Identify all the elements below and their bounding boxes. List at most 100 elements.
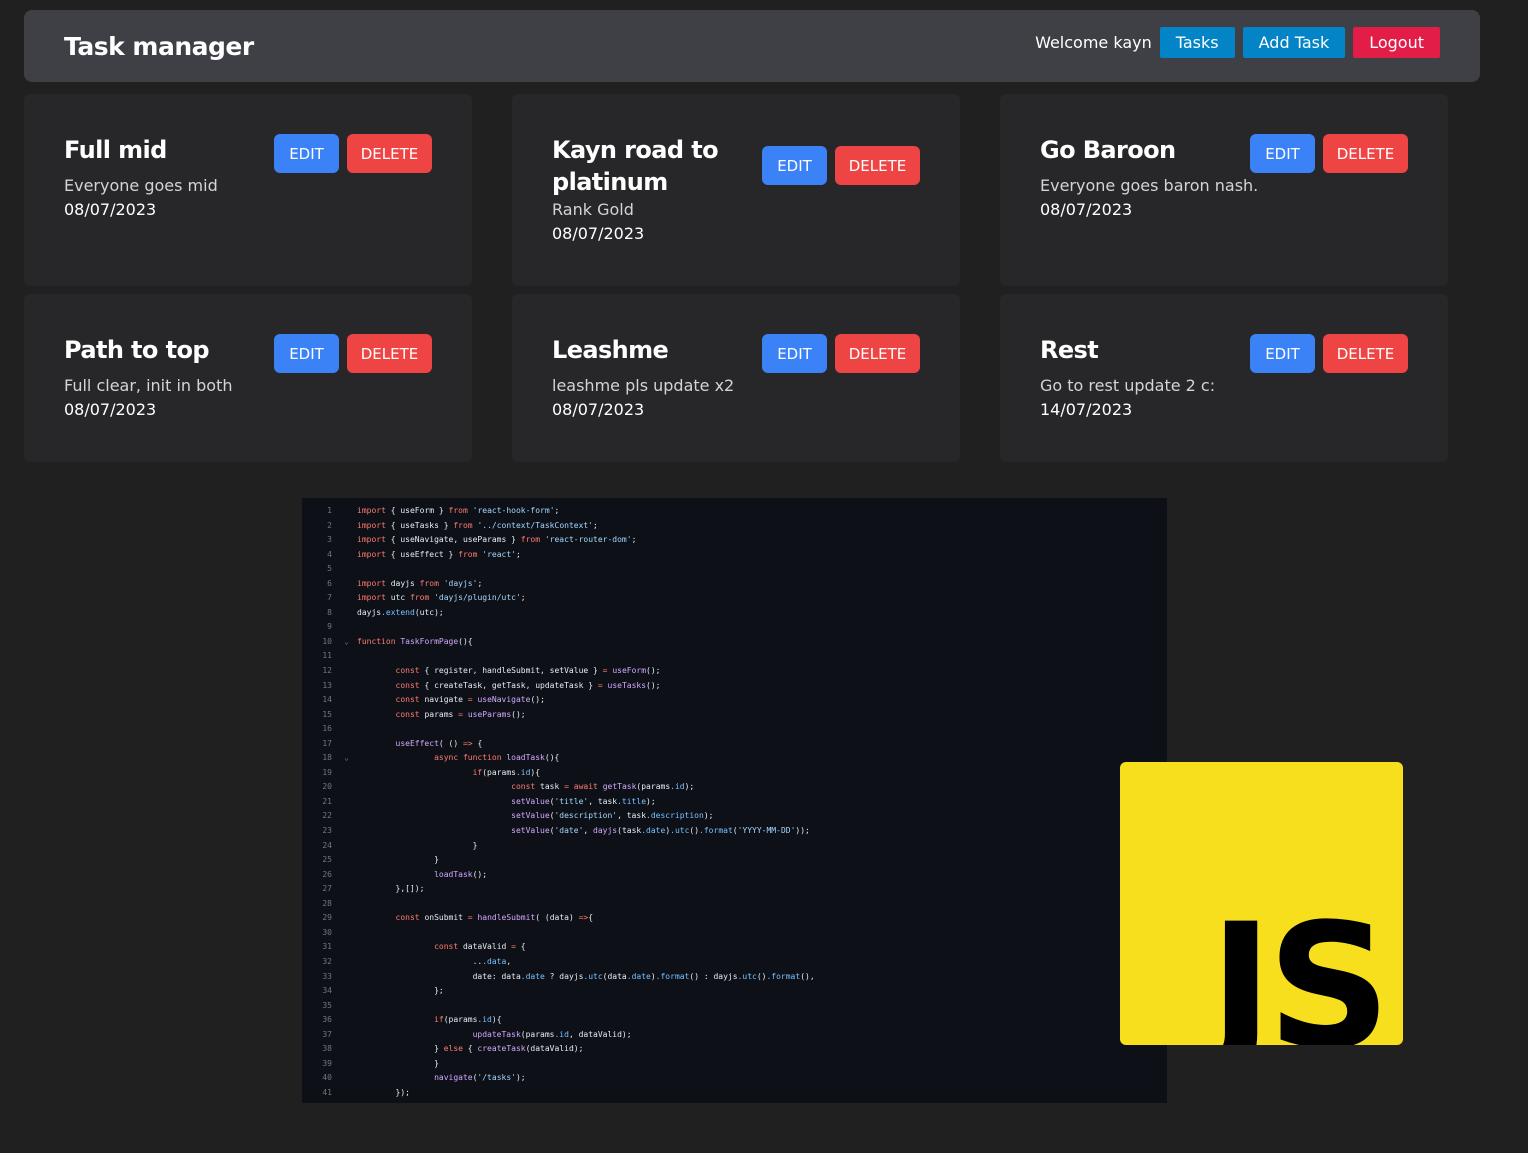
code-line: 39 } xyxy=(302,1057,1167,1072)
code-line: 22 setValue('description', task.descript… xyxy=(302,809,1167,824)
code-text: } else { createTask(dataValid); xyxy=(357,1044,584,1054)
js-logo-text: JS xyxy=(1209,886,1391,1046)
task-title: Leashme xyxy=(552,336,669,364)
code-line: 25 } xyxy=(302,853,1167,868)
code-line: 31 const dataValid = { xyxy=(302,940,1167,955)
code-text: setValue('date', dayjs(task.date).utc().… xyxy=(511,826,810,836)
line-number: 29 xyxy=(322,913,332,923)
edit-button[interactable]: EDIT xyxy=(274,334,339,373)
task-description: leashme pls update x2 xyxy=(552,376,735,395)
code-text: useEffect( () => { xyxy=(395,738,483,748)
add-task-nav-button[interactable]: Add Task xyxy=(1242,26,1346,58)
line-number: 9 xyxy=(327,622,332,632)
edit-button[interactable]: EDIT xyxy=(274,134,339,173)
code-line: 10 ⌄ function TaskFormPage(){ xyxy=(302,635,1167,650)
line-number: 37 xyxy=(322,1029,332,1039)
code-text: async function loadTask(){ xyxy=(434,753,560,763)
fold-gutter xyxy=(336,897,357,912)
line-number: 27 xyxy=(322,884,332,894)
fold-gutter xyxy=(336,562,357,577)
edit-button[interactable]: EDIT xyxy=(762,146,827,185)
fold-gutter xyxy=(336,926,357,941)
line-number: 20 xyxy=(322,782,332,792)
delete-button[interactable]: DELETE xyxy=(347,134,432,173)
task-date: 08/07/2023 xyxy=(552,400,645,419)
line-number: 10 xyxy=(322,636,332,646)
code-text: if(params.id){ xyxy=(434,1015,502,1025)
code-line: 41 }); xyxy=(302,1086,1167,1101)
fold-gutter xyxy=(336,606,357,621)
task-date: 08/07/2023 xyxy=(552,224,645,243)
code-text: import utc from 'dayjs/plugin/utc'; xyxy=(357,593,526,603)
js-logo: JS xyxy=(1120,762,1403,1045)
fold-gutter xyxy=(336,519,357,534)
code-text: date: data.date ? dayjs.utc(data.date).f… xyxy=(357,971,815,981)
line-number: 38 xyxy=(322,1044,332,1054)
delete-button[interactable]: DELETE xyxy=(1323,334,1408,373)
fold-gutter xyxy=(336,693,357,708)
code-line: 2 import { useTasks } from '../context/Ta… xyxy=(302,519,1167,534)
code-text: const { createTask, getTask, updateTask … xyxy=(395,680,661,690)
line-number: 15 xyxy=(322,709,332,719)
delete-button[interactable]: DELETE xyxy=(835,146,920,185)
code-line: 33 date: data.date ? dayjs.utc(data.date… xyxy=(302,970,1167,985)
code-line: 7 import utc from 'dayjs/plugin/utc'; xyxy=(302,591,1167,606)
code-line: 3 import { useNavigate, useParams } from … xyxy=(302,533,1167,548)
code-line: 37 updateTask(params.id, dataValid); xyxy=(302,1028,1167,1043)
logout-button[interactable]: Logout xyxy=(1353,26,1440,58)
code-line: 32 ...data, xyxy=(302,955,1167,970)
code-text: ...data, xyxy=(357,956,512,966)
task-title: Full mid xyxy=(64,136,167,164)
fold-gutter xyxy=(336,1042,357,1057)
code-line: 4 import { useEffect } from 'react'; xyxy=(302,548,1167,563)
code-line: 36 if(params.id){ xyxy=(302,1013,1167,1028)
fold-gutter xyxy=(336,853,357,868)
code-line: 20 const task = await getTask(params.id)… xyxy=(302,780,1167,795)
code-line: 28 xyxy=(302,897,1167,912)
code-line: 5 xyxy=(302,562,1167,577)
fold-gutter xyxy=(336,984,357,999)
navbar: Task manager Welcome kayn Tasks Add Task… xyxy=(24,10,1480,82)
code-text: const dataValid = { xyxy=(434,942,526,952)
delete-button[interactable]: DELETE xyxy=(1323,134,1408,173)
fold-gutter xyxy=(336,999,357,1014)
code-text: navigate('/tasks'); xyxy=(434,1073,526,1083)
line-number: 13 xyxy=(322,680,332,690)
fold-gutter xyxy=(336,548,357,563)
code-text: const onSubmit = handleSubmit( (data) =>… xyxy=(395,913,594,923)
fold-gutter xyxy=(336,955,357,970)
edit-button[interactable]: EDIT xyxy=(1250,134,1315,173)
line-number: 12 xyxy=(322,666,332,676)
task-description: Everyone goes baron nash. xyxy=(1040,176,1259,195)
code-line: 6 import dayjs from 'dayjs'; xyxy=(302,577,1167,592)
fold-gutter xyxy=(336,911,357,926)
line-number: 30 xyxy=(322,927,332,937)
line-number: 35 xyxy=(322,1000,332,1010)
delete-button[interactable]: DELETE xyxy=(835,334,920,373)
line-number: 3 xyxy=(327,535,332,545)
code-text: }; xyxy=(357,986,444,996)
code-line: 24 } xyxy=(302,839,1167,854)
line-number: 25 xyxy=(322,855,332,865)
task-title: Kayn road to platinum xyxy=(552,136,719,196)
code-line: 13 const { createTask, getTask, updateTa… xyxy=(302,679,1167,694)
delete-button[interactable]: DELETE xyxy=(347,334,432,373)
app-title[interactable]: Task manager xyxy=(64,32,254,61)
line-number: 28 xyxy=(322,898,332,908)
edit-button[interactable]: EDIT xyxy=(762,334,827,373)
tasks-nav-button[interactable]: Tasks xyxy=(1159,26,1235,58)
line-number: 16 xyxy=(322,724,332,734)
fold-gutter xyxy=(336,940,357,955)
code-text: } xyxy=(357,855,439,865)
fold-gutter xyxy=(336,591,357,606)
code-line: 30 xyxy=(302,926,1167,941)
edit-button[interactable]: EDIT xyxy=(1250,334,1315,373)
code-text: } xyxy=(357,1058,439,1068)
fold-gutter xyxy=(336,868,357,883)
code-screenshot: 1 import { useForm } from 'react-hook-for… xyxy=(302,498,1167,1103)
code-text: updateTask(params.id, dataValid); xyxy=(472,1029,632,1039)
fold-gutter xyxy=(336,970,357,985)
code-text: const { register, handleSubmit, setValue… xyxy=(395,666,661,676)
line-number: 39 xyxy=(322,1058,332,1068)
line-number: 11 xyxy=(322,651,332,661)
